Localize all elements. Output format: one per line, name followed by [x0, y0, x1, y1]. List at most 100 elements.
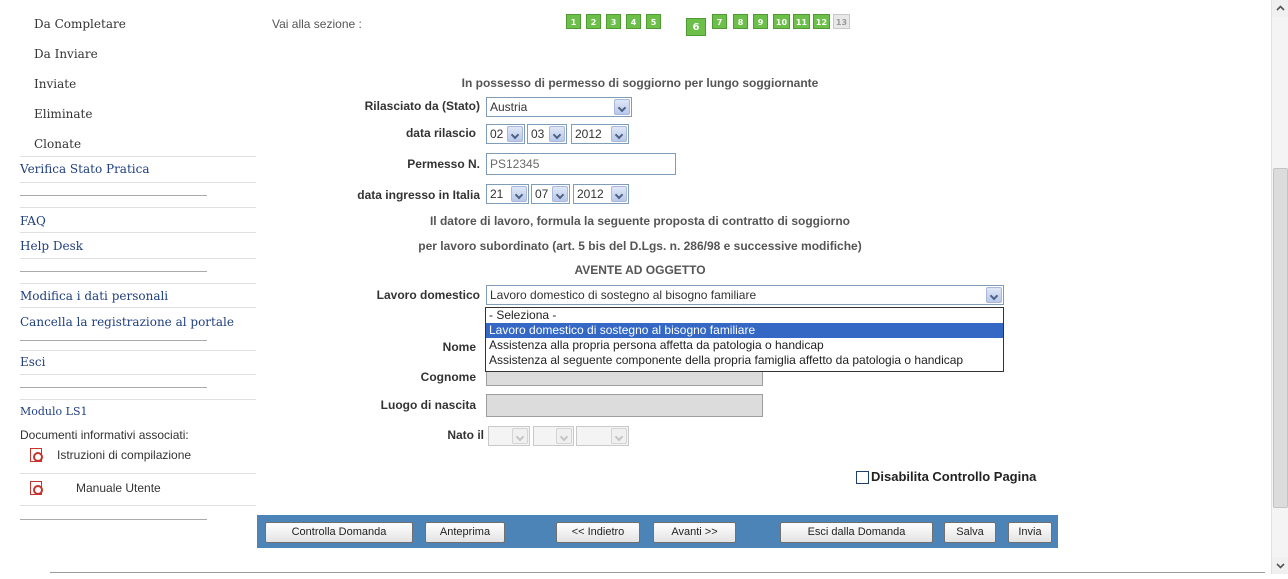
- invia-button[interactable]: Invia: [1008, 522, 1052, 543]
- chevron-down-icon: [611, 186, 627, 202]
- divider: [20, 505, 256, 506]
- nato-day-select: [488, 426, 530, 446]
- scroll-up-icon[interactable]: [1272, 0, 1288, 17]
- scrollbar-thumb[interactable]: [1273, 168, 1288, 508]
- nato-month-select: [533, 426, 574, 446]
- sidebar-item-esci[interactable]: Esci: [20, 355, 45, 369]
- divider: [20, 283, 256, 284]
- ingresso-month-select[interactable]: 07: [531, 184, 570, 204]
- page-link-13-disabled: 13: [833, 14, 850, 29]
- divider: [20, 350, 256, 351]
- chevron-down-icon: [611, 126, 627, 142]
- divider: [20, 387, 207, 388]
- divider: [20, 519, 207, 520]
- vertical-scrollbar[interactable]: [1271, 0, 1288, 574]
- rilascio-year-select[interactable]: 2012: [571, 124, 629, 144]
- page-link-4[interactable]: 4: [626, 14, 641, 29]
- lavoro-domestico-select[interactable]: Lavoro domestico di sostegno al bisogno …: [486, 285, 1004, 305]
- page-link-12[interactable]: 12: [813, 14, 830, 29]
- divider: [20, 156, 256, 157]
- modulo-link[interactable]: Modulo LS1: [20, 405, 88, 418]
- page-link-6-current[interactable]: 6: [686, 18, 706, 36]
- permesso-label: Permesso N.: [407, 157, 480, 171]
- oggetto-heading: AVENTE AD OGGETTO: [574, 263, 706, 277]
- controlla-domanda-button[interactable]: Controlla Domanda: [265, 522, 413, 543]
- page-link-10[interactable]: 10: [773, 14, 790, 29]
- avanti-button[interactable]: Avanti >>: [653, 522, 736, 543]
- divider: [20, 399, 256, 400]
- chevron-down-icon: [511, 186, 527, 202]
- page-link-11[interactable]: 11: [793, 14, 810, 29]
- nome-label: Nome: [442, 340, 476, 354]
- rilasciato-label: Rilasciato da (Stato): [364, 99, 480, 113]
- doc-link-istruzioni[interactable]: Istruzioni di compilazione: [57, 448, 191, 462]
- sidebar-item-eliminate[interactable]: Eliminate: [34, 107, 92, 121]
- divider: [20, 207, 256, 208]
- rilascio-month-value: 03: [531, 127, 545, 141]
- ingresso-month-value: 07: [535, 187, 549, 201]
- divider: [20, 182, 256, 183]
- ingresso-day-value: 21: [490, 187, 504, 201]
- disabilita-controllo-label: Disabilita Controllo Pagina: [871, 469, 1037, 484]
- anteprima-button[interactable]: Anteprima: [425, 522, 505, 543]
- page-bottom-rule: [50, 572, 1265, 573]
- divider: [20, 473, 256, 474]
- sidebar-item-help-desk[interactable]: Help Desk: [20, 239, 83, 253]
- sidebar-item-cancella-registrazione[interactable]: Cancella la registrazione al portale: [20, 315, 234, 329]
- sidebar-item-modifica-dati[interactable]: Modifica i dati personali: [20, 289, 168, 303]
- page-link-8[interactable]: 8: [733, 14, 748, 29]
- pdf-icon: [30, 481, 43, 495]
- doc-link-manuale[interactable]: Manuale Utente: [76, 481, 161, 495]
- proposta-line-1: Il datore di lavoro, formula la seguente…: [429, 214, 851, 228]
- page-link-1[interactable]: 1: [566, 14, 581, 29]
- rilascio-day-select[interactable]: 02: [486, 124, 525, 144]
- chevron-down-icon: [512, 428, 528, 444]
- divider: [20, 195, 207, 196]
- salva-button[interactable]: Salva: [944, 522, 996, 543]
- sidebar-item-faq[interactable]: FAQ: [20, 214, 46, 228]
- rilascio-month-select[interactable]: 03: [527, 124, 567, 144]
- documenti-heading: Documenti informativi associati:: [20, 428, 189, 442]
- data-ingresso-label: data ingresso in Italia: [357, 188, 480, 202]
- esci-domanda-button[interactable]: Esci dalla Domanda: [780, 522, 933, 543]
- rilascio-day-value: 02: [490, 127, 504, 141]
- scroll-down-icon[interactable]: [1272, 557, 1288, 574]
- page-link-5[interactable]: 5: [646, 14, 661, 29]
- divider: [20, 340, 207, 341]
- chevron-down-icon: [552, 186, 568, 202]
- sidebar-item-da-inviare[interactable]: Da Inviare: [34, 47, 98, 61]
- ingresso-day-select[interactable]: 21: [486, 184, 529, 204]
- option-seleziona[interactable]: - Seleziona -: [486, 308, 1003, 323]
- lavoro-domestico-options: - Seleziona - Lavoro domestico di sosteg…: [485, 307, 1004, 372]
- sidebar-item-clonate[interactable]: Clonate: [34, 137, 81, 151]
- rilasciato-select[interactable]: Austria: [486, 97, 632, 117]
- ingresso-year-value: 2012: [577, 187, 604, 201]
- cognome-label: Cognome: [420, 370, 476, 384]
- sidebar-item-inviate[interactable]: Inviate: [34, 77, 76, 91]
- rilasciato-value: Austria: [490, 100, 528, 114]
- data-rilascio-label: data rilascio: [405, 126, 476, 140]
- disabilita-controllo-checkbox[interactable]: [856, 471, 869, 484]
- chevron-down-icon: [611, 428, 627, 444]
- chevron-down-icon: [507, 126, 523, 142]
- divider: [20, 374, 256, 375]
- page-link-3[interactable]: 3: [606, 14, 621, 29]
- nato-year-select: [576, 426, 629, 446]
- section-title: In possesso di permesso di soggiorno per…: [461, 76, 819, 90]
- indietro-button[interactable]: << Indietro: [556, 522, 640, 543]
- chevron-down-icon: [614, 99, 630, 115]
- option-assistenza-propria-persona[interactable]: Assistenza alla propria persona affetta …: [486, 338, 1003, 353]
- permesso-input[interactable]: PS12345: [486, 153, 676, 175]
- ingresso-year-select[interactable]: 2012: [573, 184, 629, 204]
- sidebar-item-da-completare[interactable]: Da Completare: [34, 17, 126, 31]
- divider: [20, 271, 207, 272]
- sidebar-item-verifica-stato-pratica[interactable]: Verifica Stato Pratica: [20, 162, 150, 176]
- divider: [20, 307, 256, 308]
- page-link-2[interactable]: 2: [586, 14, 601, 29]
- option-sostegno-familiare[interactable]: Lavoro domestico di sostegno al bisogno …: [486, 323, 1003, 338]
- proposta-line-2: per lavoro subordinato (art. 5 bis del D…: [418, 239, 862, 253]
- option-assistenza-componente-famiglia[interactable]: Assistenza al seguente componente della …: [486, 353, 1003, 368]
- page-link-7[interactable]: 7: [712, 14, 727, 29]
- luogo-nascita-label: Luogo di nascita: [380, 398, 476, 412]
- page-link-9[interactable]: 9: [753, 14, 768, 29]
